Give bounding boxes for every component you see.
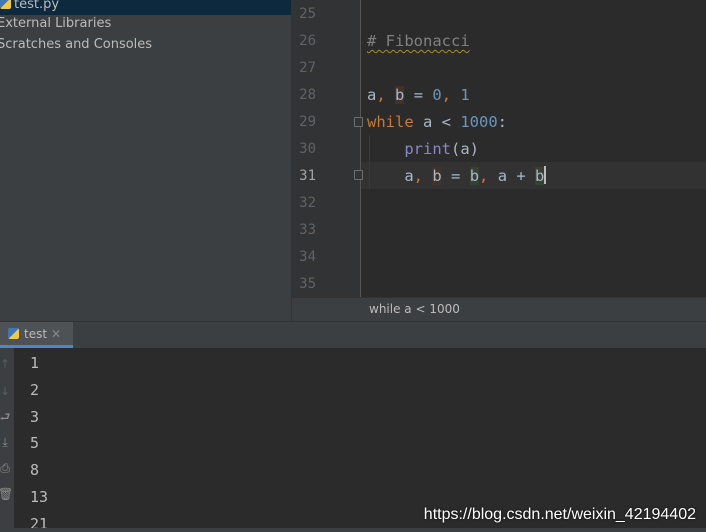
breadcrumb-item[interactable]: while a < 1000 [369,298,460,321]
console-output[interactable]: 1 2 3 5 8 13 21 [14,348,706,532]
project-tree: test.py External Libraries Scratches and… [0,0,292,321]
line-number: 35 [299,276,316,292]
line-number: 34 [299,249,316,265]
tree-item-label: External Libraries [0,16,112,31]
tree-item-label: Scratches and Consoles [0,37,153,52]
scroll-to-end-icon[interactable]: ⤓ [0,435,12,449]
args-token: (a) [451,140,479,158]
tree-item-scratches[interactable]: Scratches and Consoles [0,34,152,55]
condition-token: a < [413,113,461,131]
horizontal-scrollbar[interactable] [0,528,706,532]
line-number: 30 [299,141,316,157]
output-line: 8 [30,461,40,479]
keyword-token: while [367,113,414,131]
output-line: 13 [30,488,49,506]
tree-item-label: test.py [14,0,60,12]
colon-token: : [497,113,508,131]
code-line-29: while a < 1000: [367,109,507,136]
code-line-28: a, b = 0, 1 [367,82,470,109]
output-line: 3 [30,408,40,426]
var-a: a [497,167,508,185]
code-editor[interactable]: 25 26 27 28 29 30 31 32 33 34 35 # Fibon… [292,0,706,297]
print-icon[interactable]: ⎙ [0,461,12,475]
soft-wrap-icon[interactable]: ⮐ [0,410,12,424]
line-number-current: 31 [299,168,316,184]
comma-token: , [441,86,461,104]
python-file-icon [0,0,11,9]
var-b: b [535,167,545,185]
ide-window: test.py External Libraries Scratches and… [0,0,706,532]
var-b: b [469,167,480,185]
code-line-31: a, b = b, a + b [367,163,547,190]
tab-label: test [24,327,48,341]
number-token: 1 [460,86,470,104]
assign-token: = [404,86,433,104]
tree-item-external-libraries[interactable]: External Libraries [0,13,111,34]
assign-token: = [441,167,470,185]
line-number: 32 [299,195,316,211]
number-token: 1000 [460,113,498,131]
comma-token: , [413,167,433,185]
line-number: 25 [299,6,316,22]
arrow-up-icon[interactable]: ↑ [0,357,12,371]
watermark: https://blog.csdn.net/weixin_42194402 [423,506,696,523]
code-line-30: print(a) [367,136,479,163]
var-b: b [432,167,442,185]
gutter-divider [360,0,361,297]
line-number: 27 [299,60,316,76]
comment-token: # Fibonacci [367,32,470,50]
comma-token: , [376,86,396,104]
output-line: 2 [30,381,40,399]
var-a: a [404,167,414,185]
fold-close-icon[interactable] [354,170,363,180]
code-line-26: # Fibonacci [367,28,470,55]
line-number: 33 [299,222,316,238]
close-icon[interactable]: ✕ [51,327,61,341]
var-b: b [395,86,405,104]
comma-token: , [479,167,498,185]
line-number: 29 [299,114,316,130]
trash-icon[interactable]: 🗑 [0,487,13,501]
python-run-icon [8,328,19,339]
run-tool-window-header: test ✕ [0,321,706,348]
arrow-down-icon[interactable]: ↓ [0,384,12,398]
number-token: 0 [432,86,442,104]
run-toolbar: ↑ ↓ ⮐ ⤓ ⎙ 🗑 [0,348,14,532]
plus-token: + [507,167,536,185]
fold-open-icon[interactable] [354,117,363,127]
text-caret [544,166,547,184]
line-number: 28 [299,87,316,103]
tab-run-test[interactable]: test ✕ [0,322,73,348]
line-number: 26 [299,33,316,49]
breadcrumb: while a < 1000 [292,297,706,321]
output-line: 1 [30,354,40,372]
output-line: 5 [30,434,40,452]
var-a: a [367,86,377,104]
builtin-token: print [404,140,451,158]
